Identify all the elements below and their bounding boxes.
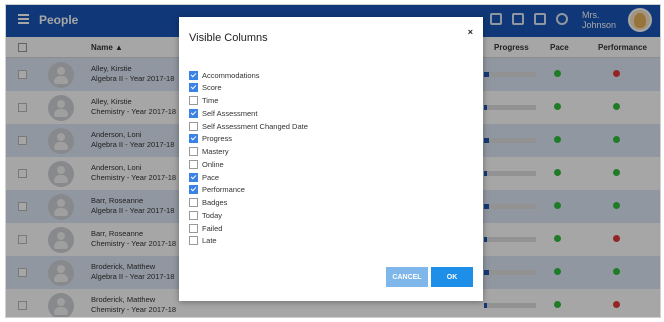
cancel-button[interactable]: CANCEL xyxy=(386,267,428,287)
option-checkbox[interactable] xyxy=(189,70,198,80)
option-label: Score xyxy=(202,83,222,93)
option-checkbox[interactable] xyxy=(189,96,198,105)
column-option[interactable]: Failed xyxy=(189,223,222,233)
option-checkbox[interactable] xyxy=(189,172,198,182)
option-checkbox[interactable] xyxy=(189,147,198,156)
column-option[interactable]: Pace xyxy=(189,172,219,182)
option-label: Online xyxy=(202,159,224,169)
option-checkbox[interactable] xyxy=(189,210,198,220)
option-label: Today xyxy=(202,210,223,220)
column-option[interactable]: Self Assessment Changed Date xyxy=(189,121,308,131)
close-icon[interactable]: × xyxy=(468,27,473,37)
option-checkbox[interactable] xyxy=(189,223,198,233)
column-option[interactable]: Progress xyxy=(189,134,232,144)
column-option[interactable]: Score xyxy=(189,83,222,93)
option-checkbox[interactable] xyxy=(189,108,198,118)
option-label: Self Assessment xyxy=(202,108,258,118)
option-label: Self Assessment Changed Date xyxy=(202,121,308,131)
column-option[interactable]: Self Assessment xyxy=(189,108,257,118)
option-checkbox[interactable] xyxy=(189,198,198,207)
ok-button[interactable]: OK xyxy=(431,267,473,287)
option-checkbox[interactable] xyxy=(189,121,198,131)
option-checkbox[interactable] xyxy=(189,134,198,144)
option-label: Failed xyxy=(202,223,223,233)
column-option[interactable]: Online xyxy=(189,159,224,169)
option-checkbox[interactable] xyxy=(189,185,198,195)
option-label: Mastery xyxy=(202,147,229,156)
option-label: Badges xyxy=(202,198,228,207)
option-label: Time xyxy=(202,96,219,105)
column-option[interactable]: Today xyxy=(189,210,222,220)
dialog-title: Visible Columns xyxy=(189,32,268,44)
option-checkbox[interactable] xyxy=(189,236,198,246)
option-label: Accommodations xyxy=(202,70,260,80)
column-option[interactable]: Performance xyxy=(189,185,245,195)
option-label: Performance xyxy=(202,185,245,195)
option-label: Progress xyxy=(202,134,233,144)
app-window: People Mrs. Johnson Name ▲ Progress Pace… xyxy=(5,4,661,318)
column-option[interactable]: Time xyxy=(189,96,218,106)
visible-columns-dialog: Visible Columns × Accommodations Score Tim… xyxy=(179,17,483,301)
option-label: Pace xyxy=(202,172,220,182)
option-label: Late xyxy=(202,236,217,246)
column-option[interactable]: Badges xyxy=(189,198,227,208)
column-option[interactable]: Late xyxy=(189,236,217,246)
option-checkbox[interactable] xyxy=(189,159,198,169)
option-checkbox[interactable] xyxy=(189,83,198,93)
column-option[interactable]: Accommodations xyxy=(189,70,260,80)
column-option[interactable]: Mastery xyxy=(189,147,229,157)
